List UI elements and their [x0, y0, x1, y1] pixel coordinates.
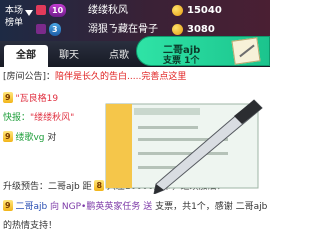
tab-chat[interactable]: 聊天 [52, 45, 86, 67]
rank-user-name[interactable]: 溺狠ㄋ藏在骨子 [88, 22, 168, 37]
check-gift-icon [231, 37, 261, 65]
rank-user-name[interactable]: 缕缕秋风 [88, 3, 168, 18]
rank-title-line2: 榜单 [4, 18, 23, 28]
gift-count: 支票 1个 [163, 56, 200, 66]
message-text: 升级预告：二哥ajb 距 [3, 182, 92, 192]
level-badge: 9 [3, 131, 13, 142]
chat-message: 9 缕歌vg 对 [3, 131, 56, 145]
level-badge: 8 [94, 180, 105, 191]
level-badge: 10 [49, 4, 67, 17]
bulletin-prefix: 快报： [3, 113, 31, 123]
rank-row-1[interactable]: 10 缕缕秋风 15040 [36, 2, 268, 19]
rank-list-header: 本场 榜单 10 缕缕秋风 15040 3 溺狠ㄋ藏在骨子 3080 [0, 0, 270, 41]
room-announcement[interactable]: [房间公告]：陪伴是长久的告白.....完善点这里 [3, 69, 267, 85]
check-stub [106, 104, 132, 188]
user-name[interactable]: "缕缕秋风" [30, 113, 74, 123]
tab-song[interactable]: 点歌 [102, 45, 136, 67]
announcement-text[interactable]: 陪伴是长久的告白.....完善点这里 [55, 72, 186, 82]
chat-message: 的热情支持！ [3, 219, 57, 233]
chat-message: 9 "瓦良格19 [3, 92, 58, 106]
coin-icon [172, 5, 183, 16]
dropdown-arrow-icon[interactable] [25, 10, 33, 16]
announcement-label: [房间公告]： [3, 72, 56, 82]
check-gift-animation [105, 99, 263, 194]
gift-notification: 二哥ajb 支票 1个 [136, 36, 270, 66]
user-name[interactable]: 缕歌vg [15, 133, 44, 143]
check-line [138, 152, 228, 155]
user-name[interactable]: 二哥ajb [15, 202, 47, 212]
check-field [134, 108, 200, 115]
message-text: 对 [44, 133, 57, 143]
check-line [138, 126, 198, 129]
rank-score: 15040 [187, 5, 222, 16]
rank-title-line1: 本场 [4, 6, 23, 16]
coin-icon [172, 24, 183, 35]
chat-message: 9 二哥ajb 向 NGP•鹏英英家任务 送 支票，共1个，感谢 二哥ajb [3, 200, 267, 214]
chat-message: 快报："缕缕秋风" [3, 111, 74, 125]
level-badge: 9 [3, 200, 13, 211]
rank-title[interactable]: 本场 榜单 [3, 5, 25, 29]
message-text: 向 NGP•鹏英英家任务 送 [47, 202, 156, 212]
tab-all[interactable]: 全部 [4, 45, 48, 67]
level-badge: 3 [49, 23, 61, 36]
message-text: 的热情支持！ [3, 221, 58, 231]
message-text: 支票，共1个，感谢 二哥ajb [155, 202, 268, 212]
level-badge: 9 [3, 92, 13, 103]
rank-score: 3080 [187, 24, 215, 35]
user-name[interactable]: "瓦良格19 [15, 94, 58, 104]
